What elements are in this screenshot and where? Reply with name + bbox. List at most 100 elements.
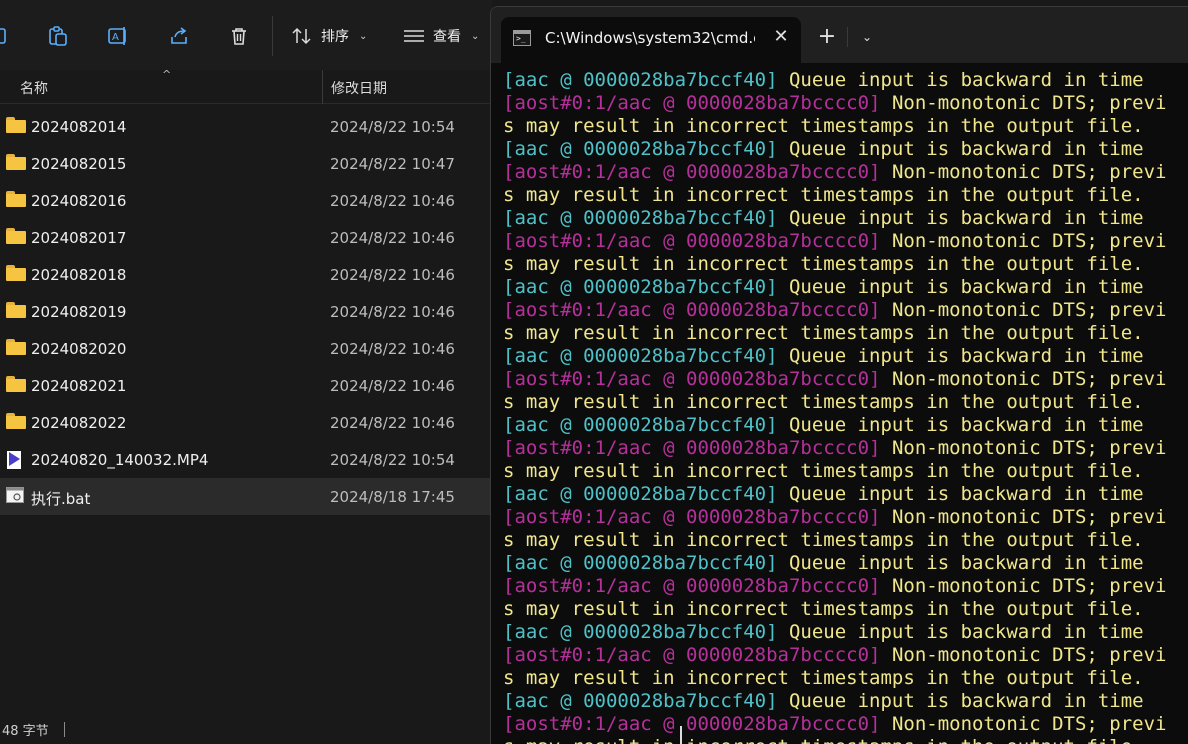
- log-message: Queue input is backward in time: [777, 276, 1144, 298]
- view-icon: [404, 30, 424, 42]
- terminal-line: [aac @ 0000028ba7bccf40] Queue input is …: [503, 69, 1188, 92]
- copy-icon[interactable]: [0, 22, 14, 50]
- log-message: Non-monotonic DTS; previ: [880, 92, 1167, 114]
- file-row[interactable]: 2024082018 2024/8/22 10:46: [0, 256, 492, 293]
- batch-file-icon: [6, 487, 26, 505]
- log-message: s may result in incorrect timestamps in …: [503, 667, 1144, 689]
- file-modified-date: 2024/8/22 10:46: [330, 229, 455, 247]
- log-source-prefix: [aost#0:1/aac @ 0000028ba7bcccc0]: [503, 92, 881, 114]
- toolbar-divider: [272, 16, 273, 56]
- terminal-line: s may result in incorrect timestamps in …: [503, 529, 1188, 552]
- log-source-prefix: [aac @ 0000028ba7bccf40]: [503, 69, 778, 91]
- file-modified-date: 2024/8/18 17:45: [330, 488, 455, 506]
- terminal-line: [aost#0:1/aac @ 0000028ba7bcccc0] Non-mo…: [503, 506, 1188, 529]
- folder-icon: [6, 376, 26, 394]
- log-source-prefix: [aost#0:1/aac @ 0000028ba7bcccc0]: [503, 644, 881, 666]
- column-divider[interactable]: [322, 70, 323, 104]
- log-source-prefix: [aac @ 0000028ba7bccf40]: [503, 138, 778, 160]
- terminal-line: s may result in incorrect timestamps in …: [503, 253, 1188, 276]
- log-message: Queue input is backward in time: [777, 138, 1144, 160]
- file-row[interactable]: 20240820_140032.MP4 2024/8/22 10:54: [0, 441, 492, 478]
- file-row[interactable]: 2024082021 2024/8/22 10:46: [0, 367, 492, 404]
- status-divider: [64, 722, 65, 737]
- log-source-prefix: [aac @ 0000028ba7bccf40]: [503, 276, 778, 298]
- terminal-line: [aac @ 0000028ba7bccf40] Queue input is …: [503, 345, 1188, 368]
- log-source-prefix: [aost#0:1/aac @ 0000028ba7bcccc0]: [503, 230, 881, 252]
- terminal-line: s may result in incorrect timestamps in …: [503, 460, 1188, 483]
- log-source-prefix: [aac @ 0000028ba7bccf40]: [503, 345, 778, 367]
- terminal-tab[interactable]: >_ C:\Windows\system32\cmd.exe ✕: [501, 17, 801, 63]
- log-message: Queue input is backward in time: [777, 552, 1144, 574]
- terminal-line: s may result in incorrect timestamps in …: [503, 322, 1188, 345]
- close-tab-icon[interactable]: ✕: [769, 25, 793, 49]
- delete-icon[interactable]: [225, 22, 253, 50]
- column-header: ^ 名称 修改日期: [0, 68, 492, 104]
- file-row[interactable]: 2024082022 2024/8/22 10:46: [0, 404, 492, 441]
- log-message: Queue input is backward in time: [777, 414, 1144, 436]
- terminal-titlebar: >_ C:\Windows\system32\cmd.exe ✕ + ⌄: [491, 7, 1188, 63]
- log-source-prefix: [aost#0:1/aac @ 0000028ba7bcccc0]: [503, 713, 881, 735]
- file-row[interactable]: 2024082017 2024/8/22 10:46: [0, 219, 492, 256]
- terminal-output[interactable]: [aac @ 0000028ba7bccf40] Queue input is …: [503, 69, 1188, 744]
- terminal-line: [aac @ 0000028ba7bccf40] Queue input is …: [503, 621, 1188, 644]
- file-name: 2024082016: [31, 192, 127, 210]
- sort-menu-label: 排序: [321, 29, 349, 45]
- terminal-line: [aac @ 0000028ba7bccf40] Queue input is …: [503, 207, 1188, 230]
- terminal-line: [aost#0:1/aac @ 0000028ba7bcccc0] Non-mo…: [503, 161, 1188, 184]
- rename-icon[interactable]: A: [104, 22, 132, 50]
- view-menu-button[interactable]: 查看 ⌄: [403, 22, 479, 50]
- file-explorer-window: A 排序 ⌄ 查看 ⌄ ^ 名称 修改日期 2024082014 2024/8/2…: [0, 0, 492, 744]
- column-name-header[interactable]: 名称: [20, 78, 48, 98]
- log-source-prefix: [aost#0:1/aac @ 0000028ba7bcccc0]: [503, 575, 881, 597]
- file-modified-date: 2024/8/22 10:47: [330, 155, 455, 173]
- log-message: s may result in incorrect timestamps in …: [503, 460, 1144, 482]
- log-message: Non-monotonic DTS; previ: [880, 299, 1167, 321]
- terminal-line: s may result in incorrect timestamps in …: [503, 115, 1188, 138]
- file-row[interactable]: 2024082014 2024/8/22 10:54: [0, 108, 492, 145]
- video-file-icon: [6, 450, 26, 469]
- terminal-line: s may result in incorrect timestamps in …: [503, 736, 1188, 744]
- view-menu-label: 查看: [433, 29, 461, 45]
- file-modified-date: 2024/8/22 10:46: [330, 192, 455, 210]
- paste-icon[interactable]: [44, 22, 72, 50]
- file-row[interactable]: 执行.bat 2024/8/18 17:45: [0, 478, 492, 515]
- new-tab-button[interactable]: +: [814, 24, 840, 50]
- folder-icon: [6, 302, 26, 320]
- log-message: s may result in incorrect timestamps in …: [503, 322, 1144, 344]
- titlebar-divider: [847, 27, 848, 47]
- terminal-line: [aac @ 0000028ba7bccf40] Queue input is …: [503, 138, 1188, 161]
- terminal-line: s may result in incorrect timestamps in …: [503, 184, 1188, 207]
- file-row[interactable]: 2024082020 2024/8/22 10:46: [0, 330, 492, 367]
- terminal-line: [aac @ 0000028ba7bccf40] Queue input is …: [503, 276, 1188, 299]
- log-message: Non-monotonic DTS; previ: [880, 368, 1167, 390]
- file-name: 2024082021: [31, 377, 127, 395]
- text-cursor: [680, 726, 682, 744]
- log-message: s may result in incorrect timestamps in …: [503, 391, 1144, 413]
- log-message: s may result in incorrect timestamps in …: [503, 115, 1144, 137]
- chevron-down-icon: ⌄: [471, 30, 480, 42]
- cmd-icon: >_: [513, 30, 531, 46]
- terminal-line: s may result in incorrect timestamps in …: [503, 598, 1188, 621]
- terminal-line: [aost#0:1/aac @ 0000028ba7bcccc0] Non-mo…: [503, 575, 1188, 598]
- column-date-header[interactable]: 修改日期: [331, 78, 387, 98]
- log-message: Non-monotonic DTS; previ: [880, 437, 1167, 459]
- share-icon[interactable]: [165, 22, 193, 50]
- terminal-line: [aost#0:1/aac @ 0000028ba7bcccc0] Non-mo…: [503, 92, 1188, 115]
- terminal-line: [aost#0:1/aac @ 0000028ba7bcccc0] Non-mo…: [503, 713, 1188, 736]
- tab-dropdown-icon[interactable]: ⌄: [855, 25, 879, 49]
- log-message: Queue input is backward in time: [777, 483, 1144, 505]
- terminal-line: [aac @ 0000028ba7bccf40] Queue input is …: [503, 552, 1188, 575]
- terminal-line: s may result in incorrect timestamps in …: [503, 667, 1188, 690]
- log-message: Queue input is backward in time: [777, 621, 1144, 643]
- file-row[interactable]: 2024082019 2024/8/22 10:46: [0, 293, 492, 330]
- file-modified-date: 2024/8/22 10:46: [330, 377, 455, 395]
- log-source-prefix: [aac @ 0000028ba7bccf40]: [503, 483, 778, 505]
- log-source-prefix: [aac @ 0000028ba7bccf40]: [503, 621, 778, 643]
- file-row[interactable]: 2024082015 2024/8/22 10:47: [0, 145, 492, 182]
- log-message: Non-monotonic DTS; previ: [880, 230, 1167, 252]
- file-row[interactable]: 2024082016 2024/8/22 10:46: [0, 182, 492, 219]
- sort-menu-button[interactable]: 排序 ⌄: [291, 22, 367, 50]
- folder-icon: [6, 117, 26, 135]
- log-source-prefix: [aost#0:1/aac @ 0000028ba7bcccc0]: [503, 368, 881, 390]
- file-modified-date: 2024/8/22 10:46: [330, 414, 455, 432]
